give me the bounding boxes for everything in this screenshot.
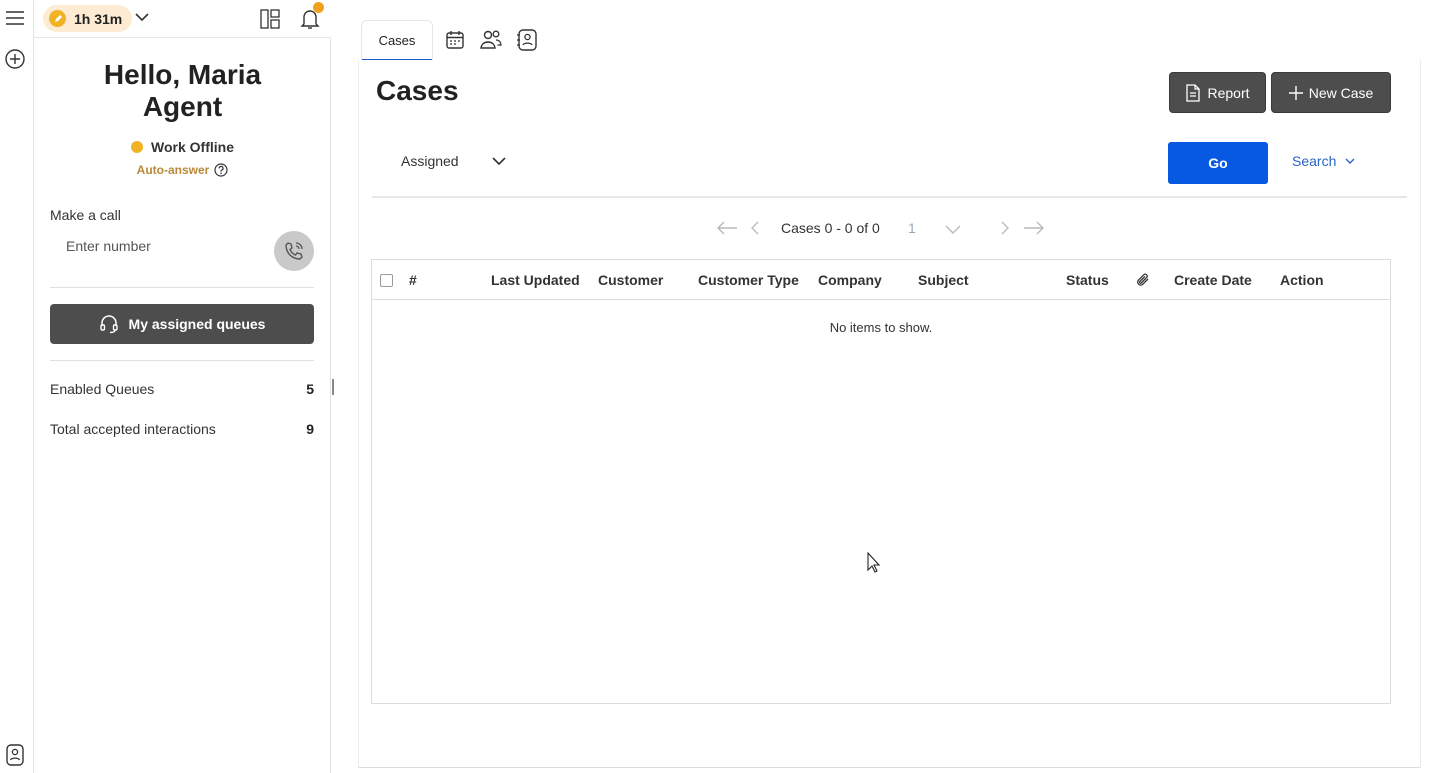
chevron-down-icon xyxy=(1345,158,1355,164)
column-header[interactable]: Customer xyxy=(598,272,663,288)
dashboard-layout-icon[interactable] xyxy=(258,7,282,31)
status-pencil-icon xyxy=(49,10,66,27)
status-timer[interactable]: 1h 31m xyxy=(43,5,133,32)
page-select-chevron-icon[interactable] xyxy=(945,222,961,236)
notification-bell-icon[interactable] xyxy=(298,2,324,31)
column-header[interactable]: Create Date xyxy=(1174,272,1252,288)
make-call-label: Make a call xyxy=(50,207,121,223)
my-assigned-queues-button[interactable]: My assigned queues xyxy=(50,304,314,344)
timer-text: 1h 31m xyxy=(74,10,123,27)
pagination: Cases 0 - 0 of 0 1 xyxy=(358,218,1421,240)
auto-answer-text: Auto-answer xyxy=(136,163,210,177)
next-page-chevron-icon[interactable] xyxy=(1000,220,1010,236)
people-icon[interactable] xyxy=(477,26,505,54)
stat-value: 9 xyxy=(306,421,314,437)
page-title: Cases xyxy=(376,75,459,106)
status-dot-icon xyxy=(131,141,144,153)
new-case-button-label: New Case xyxy=(1308,84,1374,101)
column-header[interactable]: Subject xyxy=(918,272,969,288)
column-header[interactable]: Customer Type xyxy=(698,272,799,288)
main-tabs: Cases xyxy=(361,20,541,61)
phone-number-input[interactable] xyxy=(50,231,270,261)
calendar-icon[interactable] xyxy=(441,26,469,54)
divider xyxy=(50,287,314,288)
contacts-icon[interactable] xyxy=(513,26,541,54)
case-filter-select[interactable]: Assigned xyxy=(401,153,507,169)
divider xyxy=(50,360,314,361)
report-button[interactable]: Report xyxy=(1169,72,1266,113)
agent-panel: Hello, Maria Agent Work Offline Auto-ans… xyxy=(34,39,331,773)
select-all-checkbox[interactable] xyxy=(380,274,393,287)
table-header: # Last Updated Customer Customer Type Co… xyxy=(372,260,1390,300)
new-case-button[interactable]: New Case xyxy=(1271,72,1391,113)
tab-cases[interactable]: Cases xyxy=(361,20,433,61)
empty-state-message: No items to show. xyxy=(829,320,933,335)
plus-icon xyxy=(1288,85,1303,100)
column-header[interactable]: Last Updated xyxy=(491,272,580,288)
notification-badge xyxy=(313,2,324,13)
paperclip-icon xyxy=(1135,272,1151,288)
column-header[interactable]: Company xyxy=(818,272,882,288)
stat-total-accepted: Total accepted interactions 9 xyxy=(50,421,314,437)
search-link-label: Search xyxy=(1292,153,1337,169)
agent-status[interactable]: Work Offline xyxy=(34,139,331,155)
filter-selected-value: Assigned xyxy=(401,153,459,169)
auto-answer[interactable]: Auto-answer xyxy=(34,163,331,177)
last-page-arrow-icon[interactable] xyxy=(1023,220,1045,236)
chevron-down-icon xyxy=(492,157,506,166)
cases-table: # Last Updated Customer Customer Type Co… xyxy=(371,259,1391,704)
greeting-heading: Hello, Maria Agent xyxy=(103,59,262,122)
stat-enabled-queues: Enabled Queues 5 xyxy=(50,381,314,397)
stat-label: Enabled Queues xyxy=(50,381,155,397)
chevron-down-icon[interactable] xyxy=(135,10,149,24)
divider xyxy=(372,196,1407,198)
first-page-arrow-icon[interactable] xyxy=(716,220,738,236)
queues-button-label: My assigned queues xyxy=(128,316,266,332)
hamburger-menu-icon[interactable] xyxy=(4,7,26,29)
stat-label: Total accepted interactions xyxy=(50,421,216,437)
report-button-label: Report xyxy=(1207,84,1250,101)
help-circle-icon[interactable] xyxy=(214,163,228,177)
agent-topbar: 1h 31m xyxy=(34,0,331,38)
stat-value: 5 xyxy=(306,381,314,397)
column-header[interactable]: # xyxy=(409,272,417,288)
go-button[interactable]: Go xyxy=(1168,142,1268,184)
contacts-book-icon[interactable] xyxy=(4,744,26,766)
column-header[interactable]: Action xyxy=(1280,272,1324,288)
document-icon xyxy=(1186,83,1201,102)
column-header[interactable]: Status xyxy=(1066,272,1109,288)
left-rail xyxy=(0,0,34,773)
page-number[interactable]: 1 xyxy=(908,220,916,236)
pager-summary: Cases 0 - 0 of 0 xyxy=(781,220,880,236)
headset-icon xyxy=(99,315,118,334)
mouse-cursor-icon xyxy=(867,552,881,574)
prev-page-chevron-icon[interactable] xyxy=(750,220,760,236)
panel-resize-handle[interactable] xyxy=(332,379,334,395)
agent-status-text: Work Offline xyxy=(151,139,234,155)
add-circle-icon[interactable] xyxy=(4,48,26,70)
phone-icon xyxy=(285,242,303,260)
search-toggle[interactable]: Search xyxy=(1292,153,1355,169)
dial-button[interactable] xyxy=(274,231,314,271)
